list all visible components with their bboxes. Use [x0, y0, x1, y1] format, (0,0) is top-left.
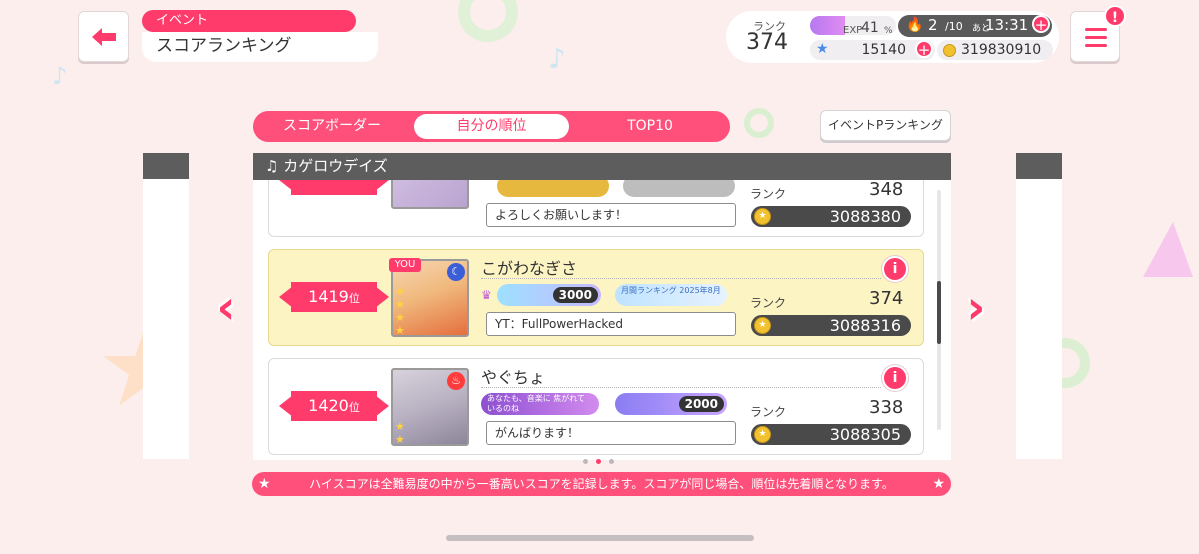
player-comment: よろしくお願いします！ — [486, 203, 736, 227]
rank-number: 1420 — [308, 396, 349, 415]
ranking-row[interactable]: よろしくお願いします！ ランク 348 ★ 3088380 — [268, 180, 924, 237]
exp-bar-fill — [810, 16, 846, 35]
rank-suffix: 位 — [348, 292, 360, 305]
score-star-icon: ★ — [754, 208, 771, 225]
title-badge — [623, 180, 735, 197]
menu-icon — [1085, 28, 1107, 31]
rank-suffix: 位 — [348, 401, 360, 414]
player-name: こがわなぎさ — [481, 259, 578, 278]
deco-triangle — [1143, 222, 1193, 277]
prev-page-arrow[interactable]: ‹ — [208, 283, 244, 333]
flame-icon: 🔥 — [906, 17, 924, 33]
you-badge: YOU — [389, 258, 421, 272]
player-level: 338 — [869, 397, 904, 418]
tab-top10[interactable]: TOP10 — [575, 114, 725, 139]
player-name: やぐちょ — [481, 368, 546, 387]
page-title-box: イベント スコアランキング — [142, 10, 378, 62]
monthly-ranking-badge: 月間ランキング 2025年8月 — [615, 284, 727, 306]
badge-value: 2000 — [678, 396, 724, 412]
page-title: スコアランキング — [142, 32, 378, 62]
music-note-icon: ♫ — [265, 157, 279, 175]
rank-number: 1419 — [308, 287, 349, 306]
page-category: イベント — [142, 10, 356, 32]
deco-ring — [458, 0, 518, 42]
player-level: 348 — [869, 180, 904, 200]
player-level-label: ランク — [750, 405, 787, 419]
star-icon: ★ — [932, 476, 945, 492]
title-badge: あなたも、音楽に 焦がれているのね — [481, 393, 599, 415]
attribute-icon: ♨ — [447, 372, 465, 390]
add-stamina-button[interactable]: + — [1032, 15, 1050, 34]
player-level-label: ランク — [750, 187, 787, 201]
arrow-left-icon — [91, 27, 116, 46]
ranking-row[interactable]: 1420位 ★ ★ ♨ やぐちょ i あなたも、音楽に 焦がれているのね 2000… — [268, 358, 924, 455]
score-value: 3088305 — [829, 425, 901, 444]
prev-page-panel — [143, 153, 189, 459]
score-star-icon: ★ — [754, 317, 771, 334]
stamina-max: /10 — [945, 20, 963, 33]
add-stars-button[interactable]: + — [915, 40, 933, 59]
next-page-arrow[interactable]: › — [958, 283, 994, 333]
list-scrollbar[interactable] — [937, 190, 941, 430]
tab-my-rank[interactable]: 自分の順位 — [414, 114, 569, 139]
event-p-ranking-button[interactable]: イベントPランキング — [820, 110, 951, 141]
ranking-panel: ♫ カゲロウデイズ よろしくお願いします！ ランク 348 ★ 3088380 — [253, 153, 951, 460]
stamina-timer: 13:31 — [985, 16, 1029, 34]
rarity-stars: ★ ★ — [395, 420, 405, 446]
title-badge: 3000 — [497, 284, 601, 306]
star-count: 15140 — [861, 42, 906, 58]
page-indicator — [583, 449, 622, 468]
rank-ribbon: 1420位 — [279, 391, 389, 421]
deco-note: ♪ — [52, 62, 68, 90]
score-display: ★ 3088305 — [751, 424, 911, 445]
score-value: 3088316 — [829, 316, 901, 335]
crown-icon: ♛ — [481, 288, 492, 302]
coin-count: 319830910 — [961, 42, 1042, 58]
score-display: ★ 3088380 — [751, 206, 911, 227]
score-value: 3088380 — [829, 207, 901, 226]
badge-value: 3000 — [552, 287, 598, 303]
player-rank: 374 — [746, 30, 788, 55]
profile-info-button[interactable]: i — [882, 256, 908, 282]
notification-badge: ! — [1104, 5, 1126, 27]
ranking-row-self[interactable]: 1419位 ★ ★ ★ ★ ☾ YOU こがわなぎさ i ♛ 3000 月間ランキング… — [268, 249, 924, 346]
player-status: ランク 374 EXP 41 % 🔥 2 /10 あと 13:31 + ★ 15… — [726, 11, 1059, 63]
attribute-icon: ☾ — [447, 263, 465, 281]
song-title-bar: ♫ カゲロウデイズ — [253, 153, 951, 180]
coin-currency: 319830910 — [937, 40, 1053, 60]
player-comment: YT：FullPowerHacked — [486, 312, 736, 336]
next-page-panel — [1016, 153, 1062, 459]
star-icon: ★ — [816, 41, 829, 57]
deco-note: ♪ — [548, 42, 566, 75]
star-icon: ★ — [258, 476, 271, 492]
deco-ring — [744, 108, 774, 138]
coin-icon — [943, 44, 956, 57]
notice-text: ハイスコアは全難易度の中から一番高いスコアを記録します。スコアが同じ場合、順位は… — [309, 477, 894, 491]
title-badge: 2000 — [615, 393, 727, 415]
player-level: 374 — [869, 288, 904, 309]
exp-unit: % — [884, 26, 893, 36]
ranking-notice: ★ ハイスコアは全難易度の中から一番高いスコアを記録します。スコアが同じ場合、順… — [252, 472, 951, 496]
exp-value: 41 — [861, 20, 879, 36]
score-star-icon: ★ — [754, 426, 771, 443]
title-badge — [497, 180, 609, 197]
rarity-stars: ★ ★ ★ ★ — [395, 285, 405, 337]
home-indicator[interactable] — [446, 535, 754, 541]
player-comment: がんばります！ — [486, 421, 736, 445]
song-title: カゲロウデイズ — [283, 157, 388, 175]
avatar — [391, 180, 469, 209]
stamina-current: 2 — [928, 16, 938, 34]
score-display: ★ 3088316 — [751, 315, 911, 336]
exp-label: EXP — [843, 25, 863, 36]
profile-info-button[interactable]: i — [882, 365, 908, 391]
avatar: ★ ★ ♨ — [391, 368, 469, 446]
ranking-list[interactable]: よろしくお願いします！ ランク 348 ★ 3088380 1419位 ★ ★ ★ ★… — [253, 180, 951, 460]
rank-ribbon — [279, 180, 389, 195]
rank-ribbon: 1419位 — [279, 282, 389, 312]
player-level-label: ランク — [750, 296, 787, 310]
tab-score-border[interactable]: スコアボーダー — [257, 114, 407, 139]
stamina-display: 🔥 2 /10 あと 13:31 — [898, 15, 1052, 37]
back-button[interactable] — [78, 11, 129, 62]
ranking-tabs: スコアボーダー 自分の順位 TOP10 — [253, 111, 730, 142]
